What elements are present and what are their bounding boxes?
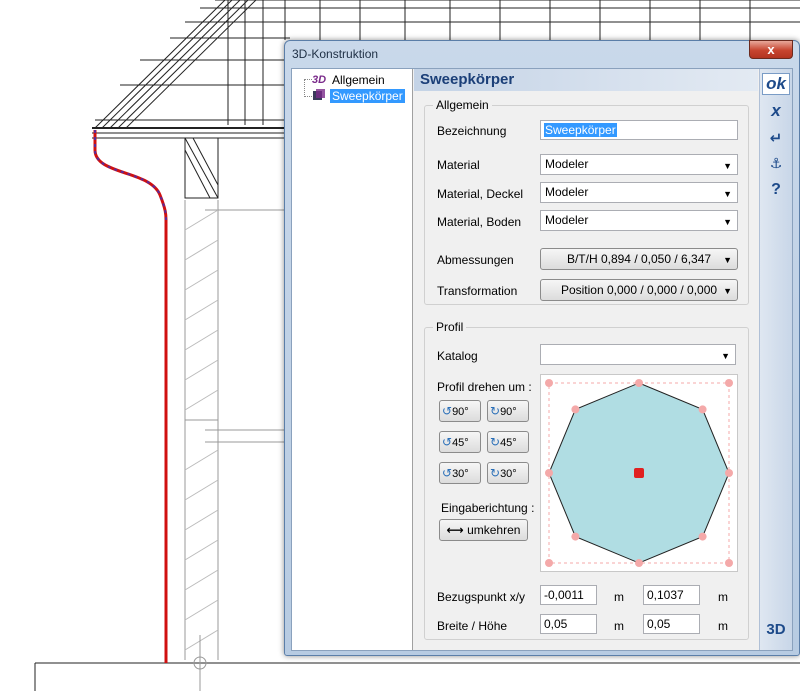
- double-arrow-icon: ⟷: [446, 523, 468, 537]
- input-direction-label: Eingaberichtung :: [441, 501, 535, 515]
- material-select[interactable]: Modeler ▼: [540, 154, 738, 175]
- properties-pane: Sweepkörper Allgemein Bezeichnung Sweepk…: [414, 69, 758, 650]
- rotate-profile-label: Profil drehen um :: [437, 380, 532, 394]
- rotate-ccw-45-button[interactable]: ↺45°: [439, 431, 481, 453]
- dialog-client-area: 3D Allgemein Sweepkörper Sweepkörper All…: [291, 68, 793, 651]
- material-boden-select[interactable]: Modeler ▼: [540, 210, 738, 231]
- dialog-title: 3D-Konstruktion: [292, 47, 379, 61]
- bezugspunkt-x-input[interactable]: -0,0011: [540, 585, 597, 605]
- unit-label: m: [614, 619, 624, 633]
- chevron-down-icon: ▼: [721, 351, 730, 361]
- help-icon[interactable]: ?: [762, 181, 790, 205]
- unit-label: m: [718, 619, 728, 633]
- abmessungen-button[interactable]: B/T/H 0,894 / 0,050 / 6,347 ▼: [540, 248, 738, 270]
- reference-point-handle[interactable]: [634, 468, 644, 478]
- dialog-titlebar[interactable]: 3D-Konstruktion x: [285, 40, 799, 67]
- 3d-construction-dialog: 3D-Konstruktion x 3D Allgemein Sweepkörp…: [284, 40, 800, 656]
- tree-connector: [304, 79, 305, 97]
- group-title: Profil: [433, 320, 467, 334]
- material-boden-label: Material, Boden: [437, 215, 522, 229]
- chevron-down-icon: ▼: [723, 286, 732, 296]
- breite-hoehe-label: Breite / Höhe: [437, 619, 508, 633]
- dialog-toolbar: ok x ↵ ⚓ ? 3D: [759, 69, 792, 650]
- profile-preview[interactable]: [540, 374, 738, 572]
- chevron-down-icon: ▼: [723, 217, 732, 227]
- tree-connector: [304, 96, 312, 97]
- bezugspunkt-y-input[interactable]: 0,1037: [643, 585, 700, 605]
- katalog-label: Katalog: [437, 349, 478, 363]
- rotate-cw-45-button[interactable]: ↻45°: [487, 431, 529, 453]
- tree-connector: [304, 79, 312, 80]
- hoehe-input[interactable]: 0,05: [643, 614, 700, 634]
- profile-group: Profil Katalog ▼ Profil drehen um : ↺90°…: [424, 320, 749, 640]
- rotate-cw-icon: ↻: [490, 466, 501, 480]
- bezugspunkt-label: Bezugspunkt x/y: [437, 590, 526, 604]
- rotate-ccw-90-button[interactable]: ↺90°: [439, 400, 481, 422]
- rotate-cw-icon: ↻: [490, 404, 501, 418]
- material-deckel-label: Material, Deckel: [437, 187, 524, 201]
- rotate-cw-90-button[interactable]: ↻90°: [487, 400, 529, 422]
- enter-icon[interactable]: ↵: [762, 129, 790, 153]
- tree-item-sweepkoerper[interactable]: Sweepkörper: [312, 88, 405, 104]
- rotate-ccw-icon: ↺: [442, 404, 453, 418]
- sweep-body-icon: [312, 88, 330, 105]
- rotate-ccw-30-button[interactable]: ↺30°: [439, 462, 481, 484]
- cancel-button[interactable]: x: [762, 101, 790, 125]
- katalog-select[interactable]: ▼: [540, 344, 736, 365]
- transformation-label: Transformation: [437, 284, 518, 298]
- material-deckel-select[interactable]: Modeler ▼: [540, 182, 738, 203]
- transformation-button[interactable]: Position 0,000 / 0,000 / 0,000 ▼: [540, 279, 738, 301]
- ok-button[interactable]: ok: [762, 73, 790, 95]
- rotate-ccw-icon: ↺: [442, 466, 453, 480]
- breite-input[interactable]: 0,05: [540, 614, 597, 634]
- downpipe-sweep-path[interactable]: [93, 130, 168, 663]
- pane-heading: Sweepkörper: [414, 69, 758, 91]
- general-group: Allgemein Bezeichnung Sweepkörper Materi…: [424, 98, 749, 305]
- chevron-down-icon: ▼: [723, 255, 732, 265]
- unit-label: m: [614, 590, 624, 604]
- material-label: Material: [437, 158, 480, 172]
- rotate-cw-icon: ↻: [490, 435, 501, 449]
- anchor-icon[interactable]: ⚓: [762, 155, 790, 179]
- rotate-ccw-icon: ↺: [442, 435, 453, 449]
- reverse-direction-button[interactable]: ⟷ umkehren: [439, 519, 528, 541]
- chevron-down-icon: ▼: [723, 189, 732, 199]
- 3d-icon: 3D: [312, 74, 327, 86]
- 3d-view-button[interactable]: 3D: [762, 621, 790, 645]
- bezeichnung-input[interactable]: Sweepkörper: [540, 120, 738, 140]
- tree-item-label: Sweepkörper: [330, 89, 405, 103]
- unit-label: m: [718, 590, 728, 604]
- bezeichnung-label: Bezeichnung: [437, 124, 507, 138]
- chevron-down-icon: ▼: [723, 161, 732, 171]
- object-tree: 3D Allgemein Sweepkörper: [292, 69, 413, 650]
- close-button[interactable]: x: [749, 40, 793, 59]
- tree-item-allgemein[interactable]: 3D Allgemein: [312, 72, 387, 88]
- group-title: Allgemein: [433, 98, 492, 112]
- tree-item-label: Allgemein: [332, 73, 385, 87]
- rotate-cw-30-button[interactable]: ↻30°: [487, 462, 529, 484]
- abmessungen-label: Abmessungen: [437, 253, 514, 267]
